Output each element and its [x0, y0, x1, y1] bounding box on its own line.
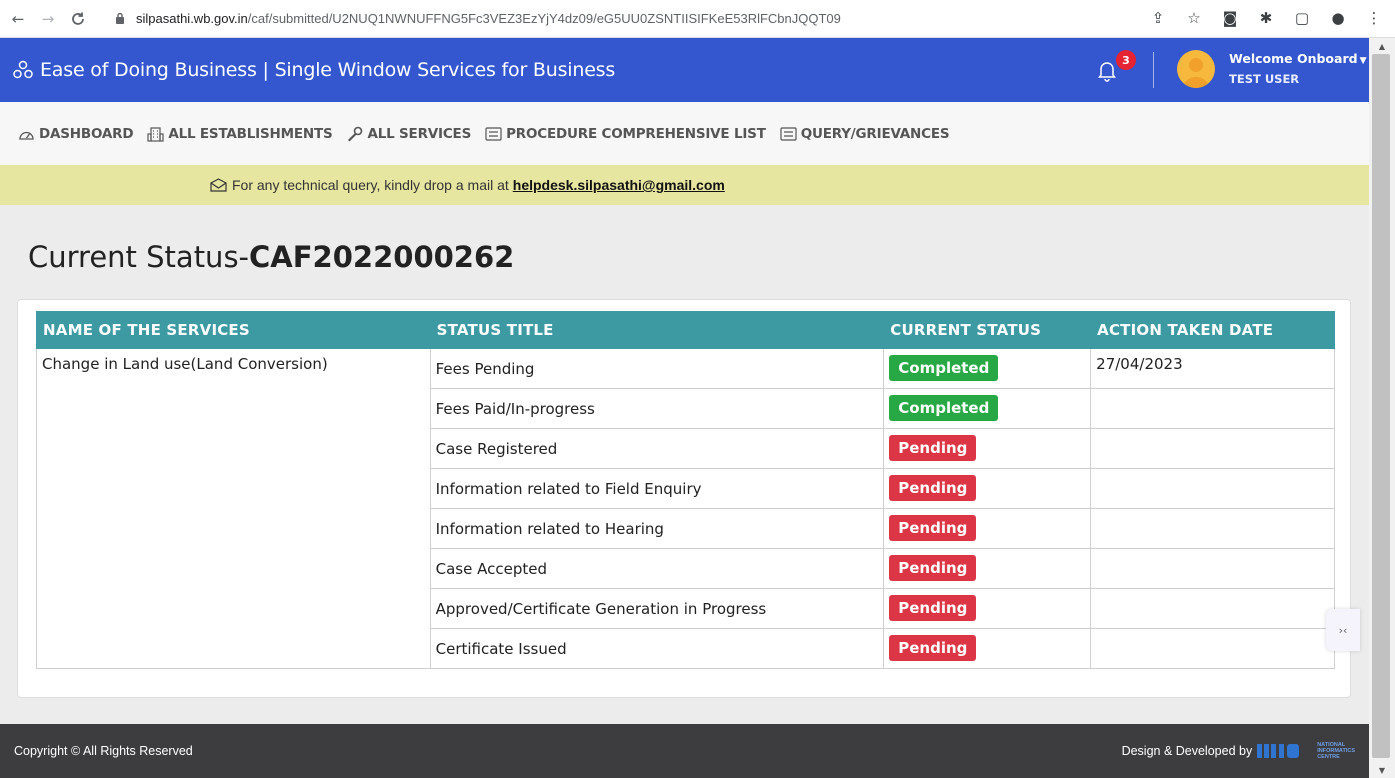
status-cell: Completed — [883, 388, 1092, 429]
action-date-cell — [1090, 428, 1335, 469]
hierarchy-logo-icon[interactable] — [12, 59, 34, 81]
page-scrollbar[interactable]: ▲ ▼ — [1369, 38, 1395, 778]
status-title-cell: Information related to Hearing — [429, 508, 885, 549]
browser-toolbar: ← → silpasathi.wb.gov.in/caf/submitted/U… — [0, 0, 1395, 38]
status-cell: Pending — [883, 508, 1092, 549]
notification-badge[interactable]: 3 — [1116, 50, 1136, 70]
menu-all-services[interactable]: ALL SERVICES — [346, 126, 471, 142]
col-header-current-status: CURRENT STATUS — [883, 311, 1092, 349]
status-badge: Pending — [889, 635, 977, 661]
nic-logo[interactable]: NATIONAL INFORMATICS CENTRE — [1257, 742, 1355, 760]
scroll-thumb[interactable] — [1372, 54, 1390, 758]
status-cell: Pending — [883, 628, 1092, 669]
nic-name-line3: CENTRE — [1317, 754, 1340, 760]
action-date-cell — [1090, 628, 1335, 669]
side-widget-toggle[interactable]: ›‹ — [1326, 609, 1360, 651]
welcome-text: Welcome Onboard — [1229, 51, 1358, 66]
action-date-cell — [1090, 508, 1335, 549]
table-row: Change in Land use(Land Conversion) Fees… — [36, 348, 1335, 669]
status-title-cell: Fees Pending — [429, 348, 885, 389]
building-icon — [147, 126, 165, 142]
page-title-prefix: Current Status- — [28, 240, 250, 274]
collapse-arrows-icon: ›‹ — [1338, 623, 1348, 637]
status-cell: Pending — [883, 468, 1092, 509]
status-card: NAME OF THE SERVICES STATUS TITLE CURREN… — [17, 299, 1351, 698]
col-header-service: NAME OF THE SERVICES — [36, 311, 431, 349]
status-badge: Pending — [889, 435, 977, 461]
main-menu: DASHBOARD ALL ESTABLISHMENTS ALL SERVICE… — [0, 102, 1369, 165]
col-header-action-date: ACTION TAKEN DATE — [1090, 311, 1335, 349]
lock-icon — [112, 10, 128, 26]
notice-bar: For any technical query, kindly drop a m… — [0, 165, 1369, 205]
status-title-cell: Information related to Field Enquiry — [429, 468, 885, 509]
status-badge: Completed — [889, 395, 999, 421]
username: TEST USER — [1229, 72, 1300, 86]
url-path: /caf/submitted/U2NUQ1NWNUFFNG5Fc3VEZ3EzY… — [247, 10, 841, 26]
status-title-cell: Case Registered — [429, 428, 885, 469]
footer: Copyright © All Rights Reserved Design &… — [0, 724, 1369, 778]
scroll-up-arrow-icon[interactable]: ▲ — [1369, 38, 1395, 54]
notice-text: For any technical query, kindly drop a m… — [232, 177, 509, 193]
list-icon — [485, 126, 503, 142]
profile-icon[interactable]: ● — [1327, 7, 1349, 29]
action-date-cell — [1090, 468, 1335, 509]
helpdesk-email-link[interactable]: helpdesk.silpasathi@gmail.com — [513, 177, 725, 193]
camera-icon[interactable]: ◙ — [1219, 7, 1241, 29]
status-badge: Completed — [889, 355, 999, 381]
reload-icon[interactable] — [66, 7, 90, 31]
status-cell: Pending — [883, 548, 1092, 589]
menu-dashboard[interactable]: DASHBOARD — [18, 126, 134, 142]
status-title-cell: Fees Paid/In-progress — [429, 388, 885, 429]
star-icon[interactable]: ☆ — [1183, 7, 1205, 29]
action-date-cell — [1090, 548, 1335, 589]
status-table: NAME OF THE SERVICES STATUS TITLE CURREN… — [36, 311, 1335, 669]
menu-query-grievances[interactable]: QUERY/GRIEVANCES — [780, 126, 950, 142]
envelope-icon — [210, 178, 228, 192]
menu-procedure-list[interactable]: PROCEDURE COMPREHENSIVE LIST — [485, 126, 766, 142]
status-cell: Pending — [883, 588, 1092, 629]
table-header-row: NAME OF THE SERVICES STATUS TITLE CURREN… — [36, 311, 1335, 349]
menu-all-establishments[interactable]: ALL ESTABLISHMENTS — [147, 126, 333, 142]
wrench-icon — [346, 126, 364, 142]
forward-arrow-icon[interactable]: → — [36, 7, 60, 31]
status-cell: Completed — [883, 348, 1092, 389]
action-date-cell — [1090, 388, 1335, 429]
status-badge: Pending — [889, 595, 977, 621]
sidepanel-icon[interactable]: ▢ — [1291, 7, 1313, 29]
action-date-cell — [1090, 588, 1335, 629]
status-title-cell: Approved/Certificate Generation in Progr… — [429, 588, 885, 629]
copyright-text: Copyright © All Rights Reserved — [14, 744, 193, 758]
status-title-cell: Certificate Issued — [429, 628, 885, 669]
back-arrow-icon[interactable]: ← — [6, 7, 30, 31]
kebab-menu-icon[interactable]: ⋮ — [1363, 7, 1385, 29]
caf-id: CAF2022000262 — [249, 240, 515, 274]
avatar[interactable] — [1177, 50, 1215, 88]
service-name-cell: Change in Land use(Land Conversion) — [36, 348, 431, 669]
url-host: silpasathi.wb.gov.in — [136, 10, 248, 26]
status-title-cell: Case Accepted — [429, 548, 885, 589]
developed-by-text: Design & Developed by — [1121, 744, 1253, 758]
col-header-status-title: STATUS TITLE — [429, 311, 885, 349]
welcome-dropdown[interactable]: Welcome Onboard ▼ — [1229, 51, 1367, 66]
status-badge: Pending — [889, 515, 977, 541]
page-title: Current Status-CAF2022000262 — [28, 240, 514, 274]
extensions-icon[interactable]: ✱ — [1255, 7, 1277, 29]
list-icon — [780, 126, 798, 142]
address-bar[interactable]: silpasathi.wb.gov.in/caf/submitted/U2NUQ… — [112, 5, 1192, 31]
action-date-cell: 27/04/2023 — [1090, 348, 1335, 389]
status-badge: Pending — [889, 475, 977, 501]
status-cell: Pending — [883, 428, 1092, 469]
developed-by: Design & Developed by NATIONAL INFORMATI… — [1122, 742, 1355, 760]
status-badge: Pending — [889, 555, 977, 581]
app-header: Ease of Doing Business | Single Window S… — [0, 38, 1369, 102]
header-divider — [1153, 52, 1154, 88]
dashboard-icon — [18, 126, 36, 142]
scroll-down-arrow-icon[interactable]: ▼ — [1369, 762, 1395, 778]
share-icon[interactable]: ⇪ — [1147, 7, 1169, 29]
app-title[interactable]: Ease of Doing Business | Single Window S… — [40, 59, 615, 81]
caret-down-icon: ▼ — [1359, 56, 1367, 66]
